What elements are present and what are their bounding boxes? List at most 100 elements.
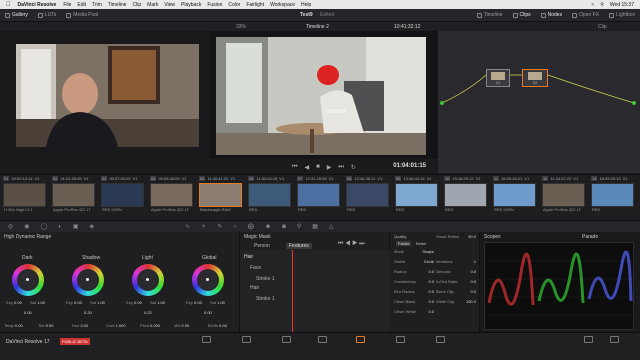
stop-icon[interactable]: ■ bbox=[316, 164, 320, 170]
menu-trim[interactable]: Trim bbox=[92, 2, 102, 8]
track-stroke-2[interactable]: Stroke 1 bbox=[256, 296, 275, 302]
color-warper-icon[interactable]: ✧ bbox=[201, 223, 206, 230]
wheel-puck[interactable] bbox=[26, 278, 29, 281]
clips-button[interactable]: Clips bbox=[508, 9, 536, 22]
motion-effects-icon[interactable]: ◈ bbox=[90, 223, 95, 230]
lightbox-button[interactable]: Lightbox bbox=[604, 9, 640, 22]
menu-fairlight[interactable]: Fairlight bbox=[246, 2, 264, 8]
mask-setting-row[interactable]: Smart Refine 50.0 bbox=[436, 234, 476, 239]
wheel-puck[interactable] bbox=[86, 278, 89, 281]
clip-thumbnail[interactable]: 12 11:34:57:22 V1 Apple ProRes 422 LT bbox=[541, 175, 586, 221]
exposure-value[interactable]: Exp 0.00 bbox=[126, 300, 142, 305]
wheel-puck[interactable] bbox=[146, 278, 149, 281]
mask-setting-row[interactable]: Clean Black 0.0 bbox=[394, 299, 434, 304]
home-icon[interactable] bbox=[584, 336, 593, 343]
color-wheels-icon[interactable]: ◯ bbox=[41, 223, 48, 230]
menu-help[interactable]: Help bbox=[301, 2, 311, 8]
clip-thumbnail[interactable]: 05 11:40:41:22 V1 Blackmagic RAW bbox=[198, 175, 243, 221]
mask-setting-row[interactable]: In/Out Ratio 0.0 bbox=[436, 279, 476, 284]
menu-fusion[interactable]: Fusion bbox=[207, 2, 222, 8]
clip-thumbnail[interactable]: 01 00:00:14:14 V1 H.264 High L5.1 bbox=[2, 175, 47, 221]
blur-icon[interactable]: ◙ bbox=[282, 224, 286, 230]
menu-clip[interactable]: Clip bbox=[133, 2, 142, 8]
key-icon[interactable]: ⚲ bbox=[297, 223, 301, 230]
menu-mark[interactable]: Mark bbox=[147, 2, 158, 8]
global-adjustment[interactable]: Pivot 0.000 bbox=[140, 323, 160, 328]
mask-setting-row[interactable]: White Clip 100.0 bbox=[436, 299, 476, 304]
deliver-page-icon[interactable] bbox=[436, 336, 445, 343]
clip-thumbnail[interactable]: 04 09:58:30:05 V1 Apple ProRes 422 LT bbox=[149, 175, 194, 221]
clip-thumbnail[interactable]: 06 11:52:04:18 V1 RED bbox=[247, 175, 292, 221]
global-adjustment[interactable]: MD 0.00 bbox=[174, 323, 189, 328]
nodes-button[interactable]: Nodes bbox=[536, 9, 567, 22]
saturation-value[interactable]: Sat 1.00 bbox=[90, 300, 105, 305]
node-editor[interactable]: 01 02 bbox=[438, 31, 640, 173]
openfx-button[interactable]: Open FX bbox=[567, 9, 604, 22]
mask-setting-row[interactable]: Blur Radius 0.0 bbox=[394, 289, 434, 294]
previous-clip-icon[interactable]: ⏮ bbox=[292, 164, 297, 171]
qualifier-icon[interactable]: ✎ bbox=[217, 223, 222, 230]
mask-playhead[interactable] bbox=[292, 250, 293, 332]
saturation-value[interactable]: Sat 1.00 bbox=[210, 300, 225, 305]
mask-transport[interactable]: ⏮ ◀ ▶ ⏭ bbox=[338, 241, 365, 248]
settings-icon[interactable] bbox=[610, 336, 619, 343]
wheel-puck[interactable] bbox=[206, 278, 209, 281]
reverse-play-icon[interactable]: ◀ bbox=[305, 164, 310, 171]
clip-thumbnail[interactable]: 02 01:01:25:05 V1 Apple ProRes 422 LT bbox=[51, 175, 96, 221]
mask-setting-row[interactable]: Denoise 0.0 bbox=[436, 269, 476, 274]
menu-timeline[interactable]: Timeline bbox=[108, 2, 127, 8]
saturation-value[interactable]: Sat 1.00 bbox=[150, 300, 165, 305]
menu-file[interactable]: File bbox=[63, 2, 71, 8]
media-pool-button[interactable]: Media Pool bbox=[61, 9, 103, 22]
track-face[interactable]: Face bbox=[250, 265, 261, 271]
sizing-icon[interactable]: ▦ bbox=[312, 223, 318, 230]
clip-thumbnail[interactable]: 13 18:39:23:13 V1 RED bbox=[590, 175, 635, 221]
clip-thumbnail[interactable]: 10 15:18:29:12 V1 RED bbox=[443, 175, 488, 221]
viewer-image[interactable] bbox=[216, 37, 426, 155]
clip-thumbnail[interactable]: 09 13:46:44:16 V1 RED bbox=[394, 175, 439, 221]
exposure-value[interactable]: Exp 0.00 bbox=[186, 300, 202, 305]
exposure-value[interactable]: Exp 0.00 bbox=[6, 300, 22, 305]
global-adjustment[interactable]: Tint 0.00 bbox=[38, 323, 53, 328]
app-menu[interactable]: DaVinci Resolve bbox=[18, 2, 57, 8]
gallery-button[interactable]: Gallery bbox=[0, 9, 33, 22]
camera-raw-icon[interactable]: ◎ bbox=[8, 223, 13, 230]
menu-view[interactable]: View bbox=[164, 2, 175, 8]
apple-icon[interactable]:  bbox=[6, 2, 11, 8]
wheel-value[interactable]: 0.00 bbox=[24, 310, 32, 315]
hdr-icon[interactable]: ◐ bbox=[58, 224, 62, 230]
wheel-value[interactable]: 0.00 bbox=[204, 310, 212, 315]
tracker-icon[interactable]: ⨁ bbox=[248, 223, 254, 230]
node-mode[interactable]: Clip bbox=[598, 24, 607, 30]
rgb-mixer-icon[interactable]: ▣ bbox=[73, 223, 79, 230]
color-page-icon[interactable] bbox=[356, 336, 365, 343]
mask-setting-row[interactable]: Consistency 0.0 bbox=[394, 279, 434, 284]
track-stroke[interactable]: Stroke 1 bbox=[256, 276, 275, 282]
clip-thumbnail[interactable]: 11 16:05:26:21 V1 RED HDRx bbox=[492, 175, 537, 221]
loop-icon[interactable]: ↻ bbox=[351, 164, 356, 171]
cut-page-icon[interactable] bbox=[242, 336, 251, 343]
faster-toggle[interactable]: Faster bbox=[396, 241, 412, 246]
curves-icon[interactable]: ∿ bbox=[185, 223, 190, 230]
clip-thumbnail[interactable]: 03 00:37:00:00 V1 RED HDRx bbox=[100, 175, 145, 221]
fusion-page-icon[interactable] bbox=[318, 336, 327, 343]
exposure-value[interactable]: Exp 0.00 bbox=[66, 300, 82, 305]
timeline-button[interactable]: Timeline bbox=[472, 9, 508, 22]
tab-person[interactable]: Person bbox=[254, 243, 270, 249]
better-toggle[interactable]: Better bbox=[416, 241, 427, 246]
play-icon[interactable]: ▶ bbox=[327, 164, 332, 171]
fairlight-page-icon[interactable] bbox=[396, 336, 405, 343]
mask-setting-row[interactable]: Radius 0.0 bbox=[394, 269, 434, 274]
mask-setting-row[interactable]: Shrink Circle bbox=[394, 259, 434, 264]
menu-playback[interactable]: Playback bbox=[181, 2, 201, 8]
mask-setting-row[interactable]: Iterations 1 bbox=[436, 259, 476, 264]
zoom-level[interactable]: 33% bbox=[236, 24, 246, 30]
wheel-value[interactable]: 0.20 bbox=[84, 310, 92, 315]
global-adjustment[interactable]: Cont 1.000 bbox=[106, 323, 126, 328]
node-01[interactable]: 01 bbox=[486, 69, 510, 87]
track-hair[interactable]: Hair bbox=[244, 254, 253, 260]
mask-setting-row[interactable]: Black Clip 0.0 bbox=[436, 289, 476, 294]
menu-edit[interactable]: Edit bbox=[77, 2, 86, 8]
wifi-icon[interactable]: ≈ bbox=[591, 2, 594, 8]
edit-page-icon[interactable] bbox=[282, 336, 291, 343]
